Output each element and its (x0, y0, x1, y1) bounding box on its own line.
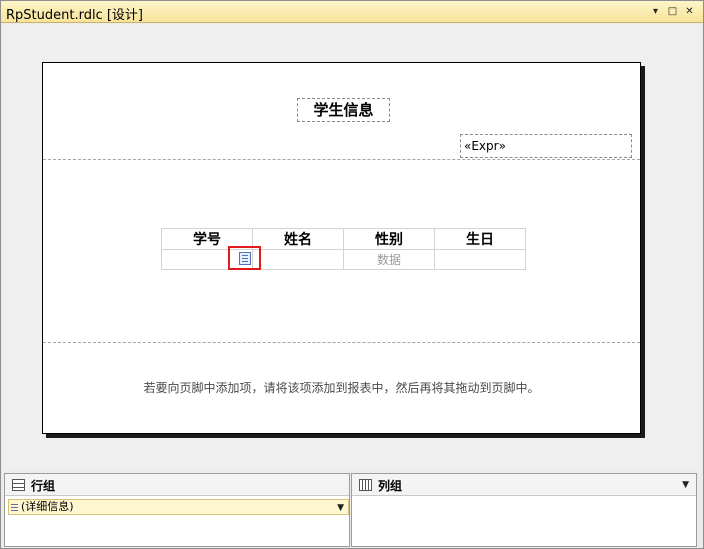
data-cell-name[interactable] (252, 249, 344, 270)
row-groups-icon (12, 479, 25, 491)
row-groups-label: 行组 (31, 479, 56, 493)
column-groups-panel: 列组 ▼ (351, 473, 697, 547)
group-bars-icon (11, 504, 18, 511)
report-designer-window: RpStudent.rdlc [设计] ▾ □ ✕ 学生信息 «Expr» 学号… (0, 0, 704, 549)
table-header-row: 学号 姓名 性别 生日 (161, 228, 526, 250)
row-groups-panel: 行组 (详细信息) ▼ (4, 473, 350, 547)
field-list-icon[interactable] (239, 252, 251, 265)
column-header-gender[interactable]: 性别 (343, 228, 435, 250)
expression-textbox[interactable]: «Expr» (460, 134, 632, 158)
column-groups-icon (359, 479, 372, 491)
window-menu-button[interactable]: ▾ (649, 5, 662, 18)
footer-hint-text: 若要向页脚中添加项，请将该项添加到报表中，然后再将其拖动到页脚中。 (143, 381, 540, 395)
window-title: RpStudent.rdlc [设计] (6, 8, 143, 23)
header-body-divider (43, 159, 640, 160)
column-header-birthday[interactable]: 生日 (434, 228, 526, 250)
report-title-textbox[interactable]: 学生信息 (297, 98, 390, 122)
maximize-button[interactable]: □ (666, 5, 679, 18)
data-cell-birthday[interactable] (434, 249, 526, 270)
chevron-down-icon[interactable]: ▼ (682, 480, 689, 490)
student-table[interactable]: 学号 姓名 性别 生日 数据 (161, 228, 526, 270)
close-button[interactable]: ✕ (683, 5, 696, 18)
row-group-details[interactable]: (详细信息) ▼ (8, 499, 349, 515)
title-bar: RpStudent.rdlc [设计] ▾ □ ✕ (1, 1, 703, 23)
field-selector-highlight (228, 246, 261, 270)
report-canvas[interactable]: 学生信息 «Expr» 学号 姓名 性别 生日 数据 若要向页脚中添加项，请将该… (42, 62, 641, 434)
table-data-row: 数据 (161, 249, 526, 270)
design-surface: 学生信息 «Expr» 学号 姓名 性别 生日 数据 若要向页脚中添加项，请将该… (4, 24, 700, 468)
row-groups-header: 行组 (5, 474, 349, 496)
column-header-name[interactable]: 姓名 (252, 228, 344, 250)
column-groups-header: 列组 ▼ (352, 474, 696, 496)
column-groups-label: 列组 (378, 479, 403, 493)
row-group-details-label: (详细信息) (21, 500, 74, 513)
body-footer-divider (43, 342, 640, 343)
data-cell-gender[interactable]: 数据 (343, 249, 435, 270)
chevron-down-icon[interactable]: ▼ (337, 501, 344, 515)
